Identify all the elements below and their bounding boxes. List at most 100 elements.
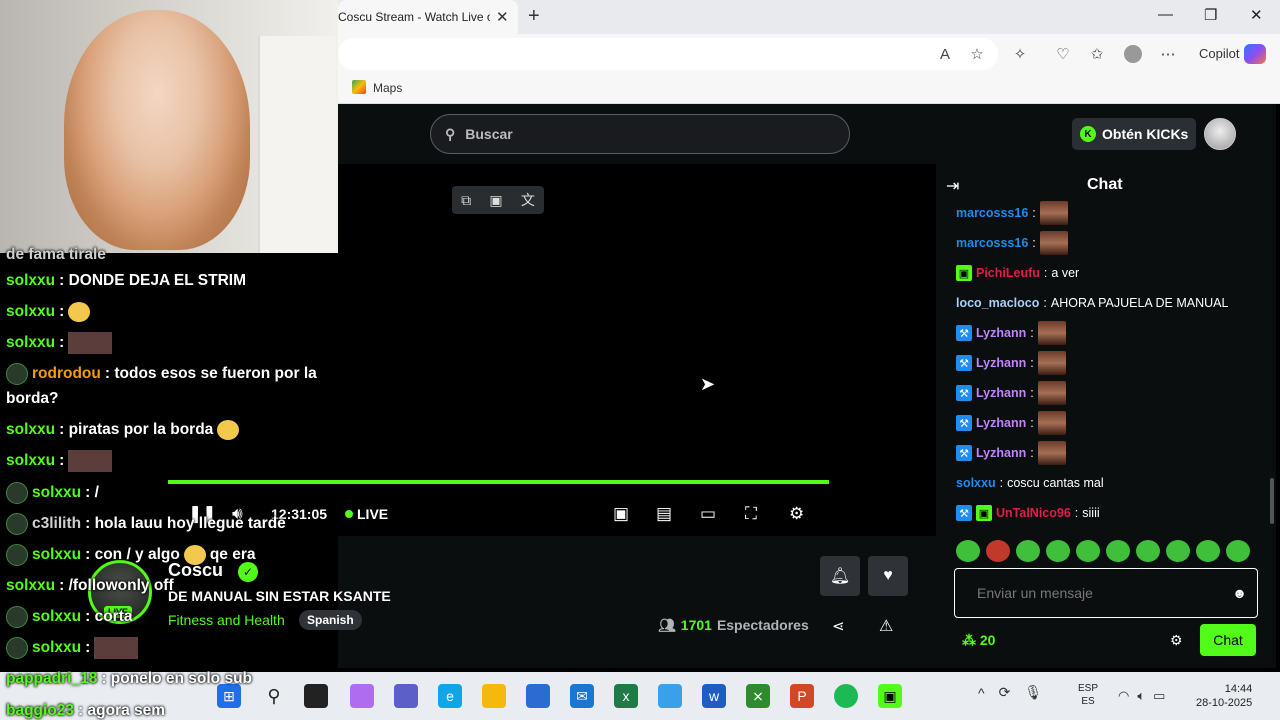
user-avatar[interactable] <box>1204 118 1236 150</box>
follow-heart-button[interactable]: ♥ <box>868 556 908 596</box>
bookmark-maps[interactable]: Maps <box>373 81 402 95</box>
input-language[interactable]: ESP ES <box>1078 682 1098 708</box>
xbox-icon[interactable]: ⨯ <box>746 684 770 708</box>
search-input[interactable]: ⚲ Buscar <box>430 114 850 154</box>
chat-title: Chat <box>1087 176 1123 193</box>
overlay-chat-username: solxxu <box>6 452 56 469</box>
chat-username[interactable]: PichiLeufu <box>976 266 1040 280</box>
player-settings-gear-icon[interactable]: ⚙ <box>789 504 804 524</box>
cast-icon[interactable]: ▤ <box>656 504 672 524</box>
chat-username[interactable]: marcosss16 <box>956 206 1028 220</box>
more-menu-icon[interactable]: ⋯ <box>1158 44 1178 64</box>
kick-logo-icon: K <box>1080 126 1096 142</box>
new-tab-button[interactable]: + <box>528 5 540 28</box>
chat-scrollbar[interactable] <box>1270 478 1274 524</box>
chat-username[interactable]: Lyzhann <box>976 326 1026 340</box>
edge-icon[interactable]: e <box>438 684 462 708</box>
kick-app-icon[interactable]: ▣ <box>878 684 902 708</box>
chat-username[interactable]: solxxu <box>956 476 996 490</box>
taskbar-clock[interactable]: 14:44 28-10-2025 <box>1196 682 1252 710</box>
clip-icon[interactable]: ▣ <box>489 192 502 209</box>
profile-icon[interactable] <box>1123 44 1143 64</box>
emote-icon[interactable] <box>1166 540 1190 562</box>
emote-icon[interactable] <box>1136 540 1160 562</box>
player-toolbar: ⧉ ▣ 文 <box>452 186 544 214</box>
kicks-balance[interactable]: ⁂ 20 <box>962 632 995 649</box>
search-taskbar-icon[interactable]: ⚲ <box>262 684 286 708</box>
notifications-bell-button[interactable]: 🔔︎ <box>820 556 860 596</box>
microphone-icon[interactable]: 🎙︎ <box>1024 684 1042 701</box>
emote-icon[interactable] <box>1076 540 1100 562</box>
stream-category[interactable]: Fitness and Health <box>168 612 285 628</box>
emoji-picker-icon[interactable]: ☻ <box>1232 585 1247 601</box>
tray-sync-icon[interactable]: ⟳ <box>999 684 1011 701</box>
browser-essentials-icon[interactable]: ♡ <box>1053 44 1073 64</box>
browser-tab-active[interactable]: Coscu Stream - Watch Live o <box>338 0 518 34</box>
share-icon[interactable]: ⋖ <box>832 617 845 635</box>
fullscreen-icon[interactable]: ⛶ <box>745 504 757 524</box>
emote-icon[interactable] <box>1016 540 1040 562</box>
overlay-chat-avatar <box>6 606 28 628</box>
emote-icon[interactable] <box>1106 540 1130 562</box>
translate-icon[interactable]: 文 <box>521 190 535 210</box>
report-warning-icon[interactable]: ⚠ <box>879 616 893 636</box>
viewers-icon: 👥︎ <box>658 617 676 633</box>
read-aloud-icon[interactable]: A <box>935 44 955 64</box>
copilot-icon[interactable] <box>1244 44 1266 64</box>
video-progress-bar[interactable] <box>168 480 829 484</box>
get-kicks-button[interactable]: K Obtén KICKs <box>1072 118 1196 150</box>
theater-mode-icon[interactable]: ▭ <box>700 504 716 524</box>
chat-username[interactable]: Lyzhann <box>976 386 1026 400</box>
chat-username[interactable]: Lyzhann <box>976 446 1026 460</box>
mail-icon[interactable]: ✉ <box>570 684 594 708</box>
language-tag[interactable]: Spanish <box>299 610 362 630</box>
app-icon[interactable] <box>658 684 682 708</box>
emote-icon[interactable] <box>1196 540 1220 562</box>
emote-icon[interactable] <box>956 540 980 562</box>
window-minimize-button[interactable]: — <box>1158 6 1173 23</box>
collapse-chat-icon[interactable]: ⇥ <box>946 176 959 196</box>
extensions-icon[interactable]: ✧ <box>1010 44 1030 64</box>
emote-icon[interactable] <box>1226 540 1250 562</box>
speaker-icon[interactable]: 🔈︎ <box>1137 688 1145 704</box>
maps-icon[interactable] <box>352 80 366 94</box>
store-icon[interactable] <box>526 684 550 708</box>
battery-icon[interactable]: ▭ <box>1153 688 1165 704</box>
chat-username[interactable]: UnTalNico96 <box>996 506 1071 520</box>
emote-icon[interactable] <box>986 540 1010 562</box>
chat-username[interactable]: Lyzhann <box>976 416 1026 430</box>
chat-settings-gear-icon[interactable]: ⚙ <box>1170 632 1183 649</box>
file-explorer-icon[interactable] <box>482 684 506 708</box>
chat-username[interactable]: marcosss16 <box>956 236 1028 250</box>
chat-username[interactable]: loco_macloco <box>956 296 1039 310</box>
spotify-icon[interactable] <box>834 684 858 708</box>
overlay-chat-text: : <box>85 639 91 656</box>
window-restore-button[interactable]: ❐ <box>1204 6 1217 24</box>
favorite-star-icon[interactable]: ☆ <box>967 44 987 64</box>
tray-chevron-icon[interactable]: ^ <box>978 685 985 701</box>
window-close-button[interactable]: ✕ <box>1250 6 1263 24</box>
chat-username[interactable]: Lyzhann <box>976 356 1026 370</box>
word-icon[interactable]: w <box>702 684 726 708</box>
copilot-label[interactable]: Copilot <box>1199 46 1239 61</box>
tab-close-icon[interactable]: ✕ <box>496 8 509 26</box>
chat-message-input[interactable]: Enviar un mensaje ☻ <box>954 568 1258 618</box>
chat-emote <box>1037 351 1066 375</box>
overlay-chat-image <box>94 637 139 659</box>
emote-icon[interactable] <box>1046 540 1070 562</box>
overlay-chat-message: solxxu: con / y algo qe era <box>6 544 256 566</box>
pip-icon[interactable]: ⧉ <box>461 192 471 209</box>
overlay-chat-text: : todos esos se fueron por la <box>104 365 317 382</box>
address-bar[interactable] <box>338 38 998 70</box>
task-view-icon[interactable] <box>304 684 328 708</box>
wifi-icon[interactable]: ◠ <box>1118 688 1129 704</box>
powerpoint-icon[interactable]: P <box>790 684 814 708</box>
chat-send-button[interactable]: Chat <box>1200 624 1256 656</box>
excel-icon[interactable]: x <box>614 684 638 708</box>
copilot-taskbar-icon[interactable] <box>350 684 374 708</box>
teams-icon[interactable] <box>394 684 418 708</box>
miniplayer-icon[interactable]: ▣ <box>613 504 629 524</box>
live-dot <box>345 510 353 518</box>
overlay-chat-text: borda? <box>6 390 59 407</box>
favorites-icon[interactable]: ✩ <box>1087 44 1107 64</box>
